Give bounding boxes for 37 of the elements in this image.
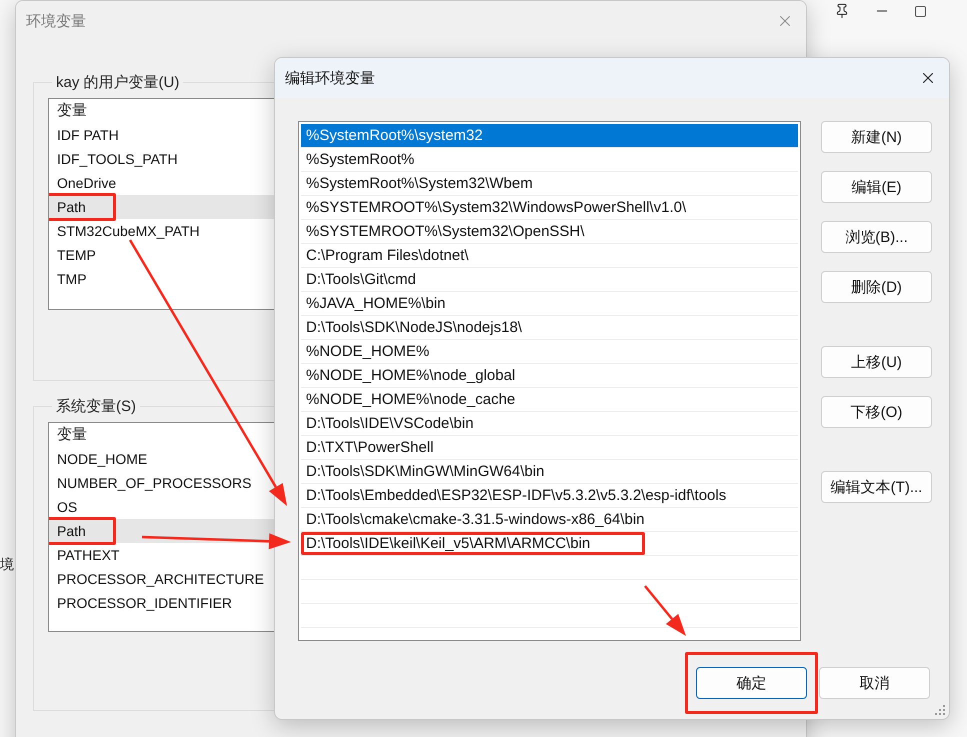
arrow xyxy=(644,585,686,636)
path-entry[interactable]: %NODE_HOME%\node_global xyxy=(301,364,798,388)
path-entry[interactable]: %SYSTEMROOT%\System32\WindowsPowerShell\v1.0\ xyxy=(301,196,798,220)
path-entry[interactable]: %NODE_HOME% xyxy=(301,340,798,364)
path-entry[interactable]: %SYSTEMROOT%\System32\OpenSSH\ xyxy=(301,220,798,244)
group-title: 系统变量(S) xyxy=(55,397,137,416)
path-entry[interactable]: %SystemRoot%\System32\Wbem xyxy=(301,172,798,196)
action-button[interactable]: 删除(D) xyxy=(821,271,932,303)
action-button[interactable]: 编辑文本(T)... xyxy=(821,471,932,503)
resize-grip-icon[interactable] xyxy=(934,704,946,716)
action-button[interactable]: 编辑(E) xyxy=(821,171,932,203)
action-button[interactable]: 上移(U) xyxy=(821,346,932,378)
path-entry[interactable]: D:\Tools\IDE\keil\Keil_v5\ARM\ARMCC\bin xyxy=(301,532,798,556)
path-entry[interactable]: %JAVA_HOME%\bin xyxy=(301,292,798,316)
action-button[interactable]: 新建(N) xyxy=(821,121,932,153)
group-title: kay 的用户变量(U) xyxy=(55,73,180,92)
maximize-icon[interactable] xyxy=(914,4,927,18)
path-entry[interactable]: D:\TXT\PowerShell xyxy=(301,436,798,460)
path-entry[interactable]: D:\Tools\SDK\MinGW\MinGW64\bin xyxy=(301,460,798,484)
pin-icon[interactable] xyxy=(834,3,850,19)
path-entry[interactable]: %SystemRoot%\system32 xyxy=(301,124,798,148)
path-entry[interactable]: D:\Tools\Embedded\ESP32\ESP-IDF\v5.3.2\v5.3.2\esp-idf\tools xyxy=(301,484,798,508)
window-label: 境 xyxy=(0,556,14,574)
path-list[interactable] xyxy=(298,121,801,641)
path-entry[interactable]: %SystemRoot% xyxy=(301,148,798,172)
path-entry[interactable]: D:\Tools\cmake\cmake-3.31.5-windows-x86_64\bin xyxy=(301,508,798,532)
dialog-title: 编辑环境变量 xyxy=(285,68,375,88)
cancel-button[interactable]: 取消 xyxy=(819,667,930,699)
path-entry[interactable]: D:\Tools\SDK\NodeJS\nodejs18\ xyxy=(301,316,798,340)
path-entry[interactable]: D:\Tools\Git\cmd xyxy=(301,268,798,292)
path-entry[interactable]: D:\Tools\IDE\VSCode\bin xyxy=(301,412,798,436)
path-entry[interactable]: C:\Program Files\dotnet\ xyxy=(301,244,798,268)
path-entry[interactable]: %NODE_HOME%\node_cache xyxy=(301,388,798,412)
action-button[interactable]: 下移(O) xyxy=(821,396,932,428)
action-button[interactable]: 浏览(B)... xyxy=(821,221,932,253)
window-title: 环境变量 xyxy=(26,12,86,30)
ok-button[interactable]: 确定 xyxy=(696,667,807,699)
